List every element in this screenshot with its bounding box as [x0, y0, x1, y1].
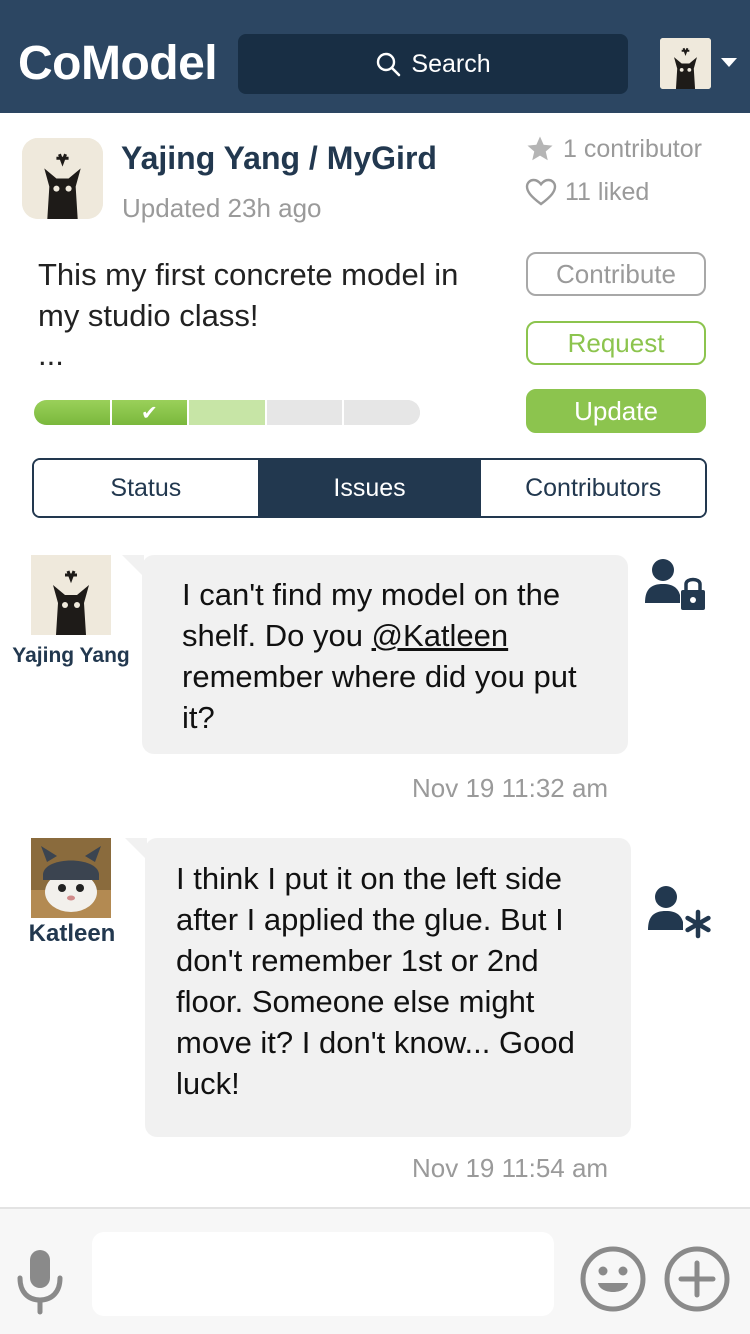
project-owner-avatar[interactable]: [22, 138, 103, 219]
heart-icon[interactable]: [525, 177, 557, 207]
update-button[interactable]: Update: [526, 389, 706, 433]
progress-segment: [344, 400, 420, 425]
message-text: remember where did you put it?: [182, 659, 577, 735]
search-label: Search: [411, 49, 491, 78]
project-progress-bar: ✔: [34, 400, 420, 425]
message-text: I think I put it on the left side after …: [176, 861, 575, 1101]
contributor-count: 1 contributor: [525, 134, 702, 164]
project-tabs: Status Issues Contributors: [32, 458, 707, 518]
tab-issues[interactable]: Issues: [257, 460, 482, 516]
message-author-name[interactable]: Yajing Yang: [8, 644, 134, 668]
top-bar: CoModel Search: [0, 0, 750, 113]
contribute-button[interactable]: Contribute: [526, 252, 706, 296]
message-author-avatar[interactable]: [31, 555, 111, 635]
message-bubble: I think I put it on the left side after …: [125, 838, 631, 1137]
brand-logo[interactable]: CoModel: [18, 36, 218, 91]
plus-circle-icon[interactable]: [663, 1245, 731, 1313]
smiley-icon[interactable]: [579, 1245, 647, 1313]
user-avatar[interactable]: [660, 38, 711, 89]
tab-contributors[interactable]: Contributors: [481, 460, 705, 516]
project-description: This my first concrete model in my studi…: [38, 257, 459, 333]
user-lock-icon[interactable]: [645, 557, 709, 613]
message-bubble: I can't find my model on the shelf. Do y…: [122, 555, 628, 754]
mention-link[interactable]: @Katleen: [372, 618, 509, 653]
project-title[interactable]: Yajing Yang / MyGird: [121, 140, 437, 177]
account-dropdown-caret[interactable]: [721, 58, 737, 67]
progress-segment: [34, 400, 112, 425]
project-updated: Updated 23h ago: [122, 193, 322, 223]
tab-status[interactable]: Status: [34, 460, 258, 516]
like-count-label: 11 liked: [565, 177, 650, 206]
message-author-avatar[interactable]: [31, 838, 111, 918]
like-count[interactable]: 11 liked: [525, 177, 649, 207]
message-timestamp: Nov 19 11:54 am: [412, 1153, 609, 1183]
message-author-name[interactable]: Katleen: [20, 920, 124, 948]
message-timestamp: Nov 19 11:32 am: [412, 773, 609, 803]
user-asterisk-icon[interactable]: [648, 884, 712, 940]
check-icon: ✔: [141, 402, 158, 424]
message-input[interactable]: [92, 1232, 554, 1316]
contributor-count-label: 1 contributor: [563, 134, 702, 163]
progress-segment: [266, 400, 345, 425]
star-icon: [527, 136, 553, 161]
search-button[interactable]: Search: [238, 34, 628, 94]
search-icon: [377, 52, 401, 77]
progress-segment: [189, 400, 267, 425]
progress-segment: ✔: [111, 400, 190, 425]
microphone-icon[interactable]: [14, 1246, 66, 1316]
description-more[interactable]: ...: [38, 334, 64, 375]
request-button[interactable]: Request: [526, 321, 706, 365]
